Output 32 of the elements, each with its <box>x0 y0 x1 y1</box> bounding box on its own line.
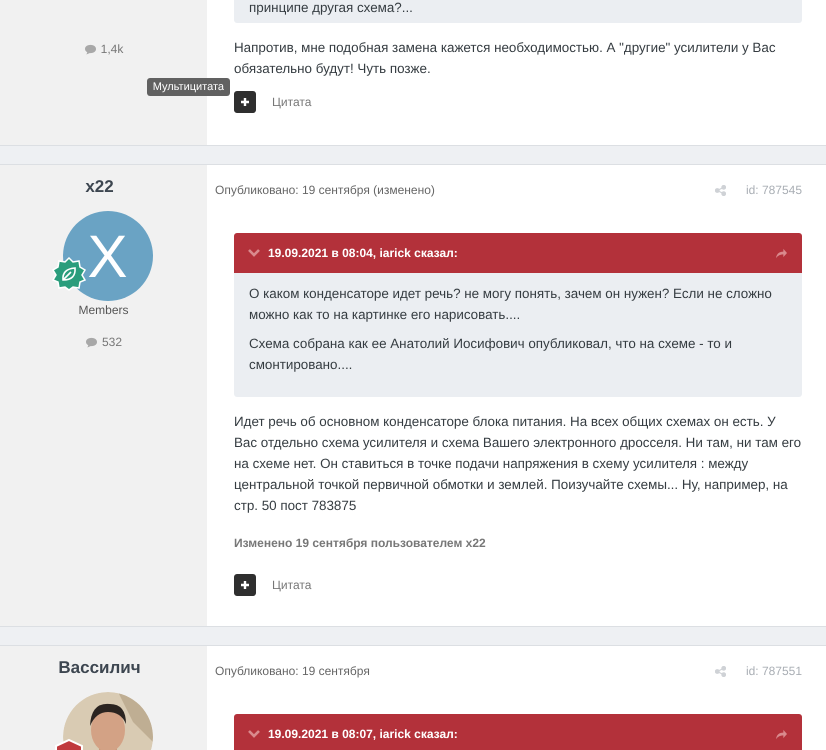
post-text: Напротив, мне подобная замена кажется необходимостью. А "другие" усилители у Вас обязательно будут! Чуть позже. <box>234 39 777 78</box>
multiquote-button[interactable] <box>234 91 256 113</box>
quote-attribution: 19.09.2021 в 08:04, iarick сказал: <box>268 246 458 260</box>
author-name[interactable]: Вассилич <box>58 658 141 678</box>
quote-text: принципе другая схема?... <box>249 0 414 17</box>
quote-text: Схема собрана как ее Анатолий Иосифович опубликовал, что на схеме - то и смонтировано.... <box>249 335 733 374</box>
arrow-icon[interactable] <box>775 248 788 258</box>
quote-attribution: 19.09.2021 в 08:07, iarick сказал: <box>268 727 458 741</box>
post-date: Опубликовано: 19 сентября (изменено) <box>215 183 435 197</box>
leaf-badge-icon <box>52 257 86 291</box>
avatar[interactable]: X <box>62 211 152 301</box>
share-icon[interactable] <box>714 666 726 676</box>
post-count: 532 <box>102 335 122 349</box>
post-text: Идет речь об основном конденсаторе блока питания. На всех общих схемах он есть. У Вас отдельно схема усилителя и схема Вашего электронного дросселя. Ни там, ни там его на схеме нет. Он ставиться в точке подачи напряжения в схему усилителя : между центральной точкой первичной обмотки и землей. Поизучайте схемы... Ну, например, на стр. 50 пост 783875 <box>234 413 802 515</box>
comment-icon <box>84 336 98 348</box>
quote-button[interactable]: Цитата <box>272 578 312 592</box>
multiquote-button[interactable] <box>234 574 256 596</box>
quote-text: О каком конденсаторе идет речь? не могу понять, зачем он нужен? Если не сложно можно как то на картинке его нарисовать.... <box>249 285 773 324</box>
tooltip: Мультицитата <box>146 78 230 96</box>
arrow-icon[interactable] <box>775 728 788 740</box>
share-icon[interactable] <box>714 184 726 196</box>
plus-icon <box>240 580 250 590</box>
plus-icon <box>240 97 250 107</box>
edit-note: Изменено 19 сентября пользователем x22 <box>234 536 487 550</box>
post-date: Опубликовано: 19 сентября <box>215 664 370 678</box>
comment-icon <box>84 44 97 54</box>
author-name[interactable]: x22 <box>85 177 114 197</box>
chevron-icon[interactable] <box>248 730 260 738</box>
chevron-icon[interactable] <box>248 249 260 257</box>
member-group: Members <box>78 303 128 317</box>
post-count: 1,4k <box>100 42 124 56</box>
quote-button[interactable]: Цитата <box>272 95 312 109</box>
